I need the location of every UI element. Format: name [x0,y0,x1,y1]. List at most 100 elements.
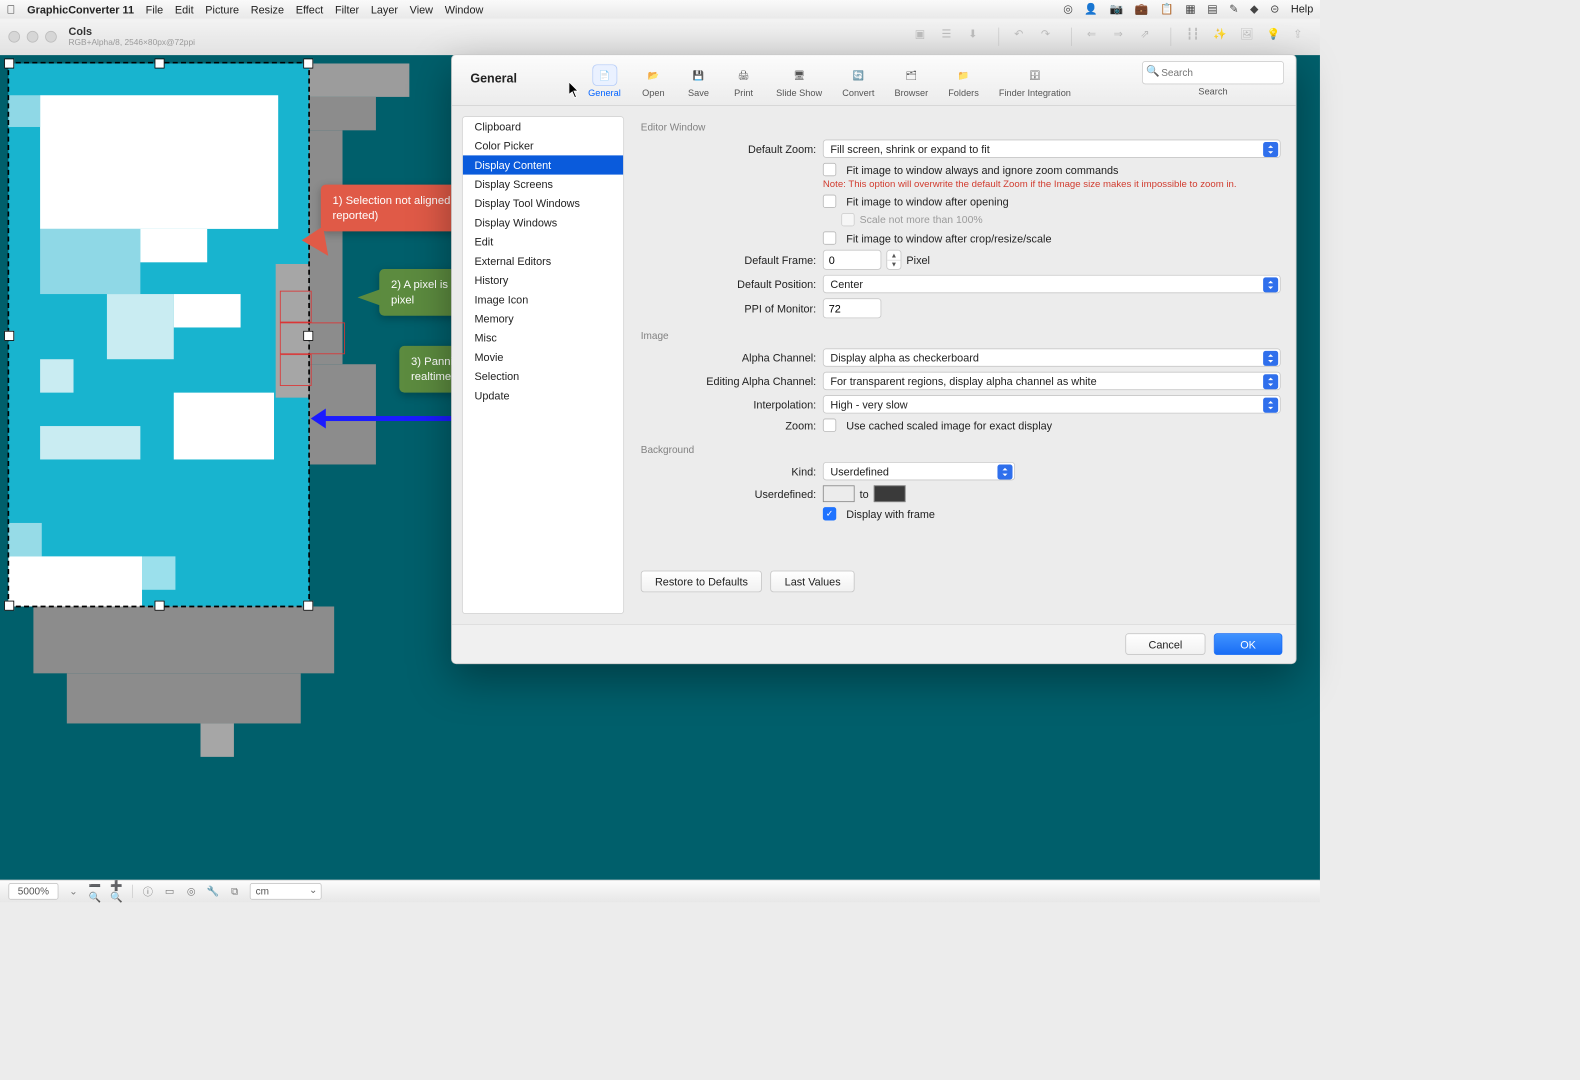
list-icon[interactable]: ☰ [941,28,956,43]
tab-save[interactable]: 💾Save [679,61,717,102]
display-frame-checkbox[interactable] [823,507,836,520]
info-icon[interactable]: ⓘ [141,885,154,898]
menu-picture[interactable]: Picture [205,3,239,16]
minimize-window-icon[interactable] [27,31,39,43]
ppi-input[interactable] [823,298,881,318]
menu-edit[interactable]: Edit [175,3,194,16]
sidebar-item-windows[interactable]: Display Windows [463,213,623,232]
redo-icon[interactable]: ↷ [1041,28,1056,43]
bg-swatch-1[interactable] [823,485,855,502]
arrow-left-icon[interactable]: ⇐ [1087,28,1102,43]
menu-file[interactable]: File [146,3,164,16]
selection-handle[interactable] [303,58,313,68]
zoom-out-icon[interactable]: ➖🔍 [89,885,102,898]
sidebar-item-edit[interactable]: Edit [463,232,623,251]
sidebar-item-displayscreens[interactable]: Display Screens [463,175,623,194]
download-icon[interactable]: ⬇︎ [968,28,983,43]
tab-browser[interactable]: 🗂Browser [888,61,935,102]
close-window-icon[interactable] [8,31,20,43]
selection-handle[interactable] [155,601,165,611]
selection-handle[interactable] [4,58,14,68]
fit-after-crop-checkbox[interactable] [823,231,836,244]
editalpha-select[interactable]: For transparent regions, display alpha c… [823,372,1281,390]
last-values-button[interactable]: Last Values [770,571,854,593]
sidebar-item-movie[interactable]: Movie [463,348,623,367]
fit-after-open-checkbox[interactable] [823,195,836,208]
grid-icon[interactable]: ▦ [1185,3,1195,16]
zoom-cache-checkbox[interactable] [823,419,836,432]
sidebar-item-toolwindows[interactable]: Display Tool Windows [463,194,623,213]
tab-convert[interactable]: 🔄Convert [836,61,882,102]
frame-stepper[interactable]: ▲▼ [886,250,901,270]
cancel-button[interactable]: Cancel [1125,633,1205,655]
menu-effect[interactable]: Effect [296,3,324,16]
tab-print[interactable]: 🖨Print [724,61,762,102]
selection-handle[interactable] [4,601,14,611]
image-icon[interactable]: 🖼 [1240,28,1255,43]
briefcase-icon[interactable]: 💼 [1135,3,1149,16]
sidebar-item-misc[interactable]: Misc [463,328,623,347]
sliders-icon[interactable]: ┇┇ [1186,28,1201,43]
selection-handle[interactable] [303,601,313,611]
bounds-icon[interactable]: ▭ [163,885,176,898]
share-icon[interactable]: ⇪ [1293,28,1308,43]
sidebar-item-displaycontent[interactable]: Display Content [463,155,623,174]
sidebar-item-selection[interactable]: Selection [463,367,623,386]
wrench-icon[interactable]: 🔧 [206,885,219,898]
window-controls[interactable] [8,31,56,43]
undo-icon[interactable]: ↶ [1014,28,1029,43]
sidebar-item-update[interactable]: Update [463,386,623,405]
chevron-down-icon[interactable]: ▼ [887,260,900,269]
tab-general[interactable]: 📄General [581,61,627,102]
interp-select[interactable]: High - very slow [823,395,1281,413]
diamond-icon[interactable]: ◆ [1250,3,1258,16]
sidebar-item-colorpicker[interactable]: Color Picker [463,136,623,155]
menu-resize[interactable]: Resize [251,3,284,16]
unit-select[interactable]: cm [250,883,322,900]
zoom-window-icon[interactable] [45,31,57,43]
zoom-field[interactable]: 5000% [8,883,58,900]
nosign-icon[interactable]: ⊝ [1270,3,1279,16]
default-position-select[interactable]: Center [823,275,1281,293]
selection-handle[interactable] [155,58,165,68]
app-name[interactable]: GraphicConverter 11 [27,3,134,16]
bulb-icon[interactable]: 💡 [1266,28,1281,43]
crop-icon[interactable]: ▣ [915,28,930,43]
chevron-up-icon[interactable]: ▲ [887,251,900,261]
fit-always-checkbox[interactable] [823,163,836,176]
chevron-down-icon[interactable]: ⌄ [67,885,80,898]
restore-defaults-button[interactable]: Restore to Defaults [641,571,762,593]
menu-view[interactable]: View [410,3,433,16]
zoom-in-icon[interactable]: ➕🔍 [110,885,123,898]
copy-icon[interactable]: ⧉ [228,885,241,898]
apple-icon[interactable]:  [7,3,16,16]
arrow-up-icon[interactable]: ⇗ [1140,28,1155,43]
tab-open[interactable]: 📂Open [634,61,672,102]
default-zoom-select[interactable]: Fill screen, shrink or expand to fit [823,140,1281,158]
target-icon[interactable]: ◎ [185,885,198,898]
bg-swatch-2[interactable] [874,485,906,502]
sidebar-item-imageicon[interactable]: Image Icon [463,290,623,309]
wand-icon[interactable]: ✎ [1229,3,1238,16]
magicwand-icon[interactable]: ✨ [1213,28,1228,43]
selection-marquee[interactable] [8,62,310,608]
clipboard-icon[interactable]: 📋 [1160,3,1174,16]
ok-button[interactable]: OK [1214,633,1283,655]
sidebar-item-clipboard[interactable]: Clipboard [463,117,623,136]
alpha-select[interactable]: Display alpha as checkerboard [823,348,1281,366]
selection-handle[interactable] [4,330,14,340]
sidebar-item-history[interactable]: History [463,271,623,290]
tab-finder[interactable]: 🗄Finder Integration [992,61,1077,102]
search-input[interactable] [1142,61,1284,84]
default-frame-input[interactable] [823,250,881,270]
user-icon[interactable]: 👤 [1084,3,1098,16]
calendar-icon[interactable]: ▤ [1207,3,1217,16]
sidebar-item-memory[interactable]: Memory [463,309,623,328]
menu-help[interactable]: Help [1291,3,1313,16]
sidebar-item-externaleditors[interactable]: External Editors [463,251,623,270]
target-icon[interactable]: ◎ [1063,3,1072,16]
kind-select[interactable]: Userdefined [823,462,1015,480]
menu-layer[interactable]: Layer [371,3,398,16]
arrow-right-icon[interactable]: ⇒ [1114,28,1129,43]
tab-slideshow[interactable]: 🖥Slide Show [769,61,828,102]
